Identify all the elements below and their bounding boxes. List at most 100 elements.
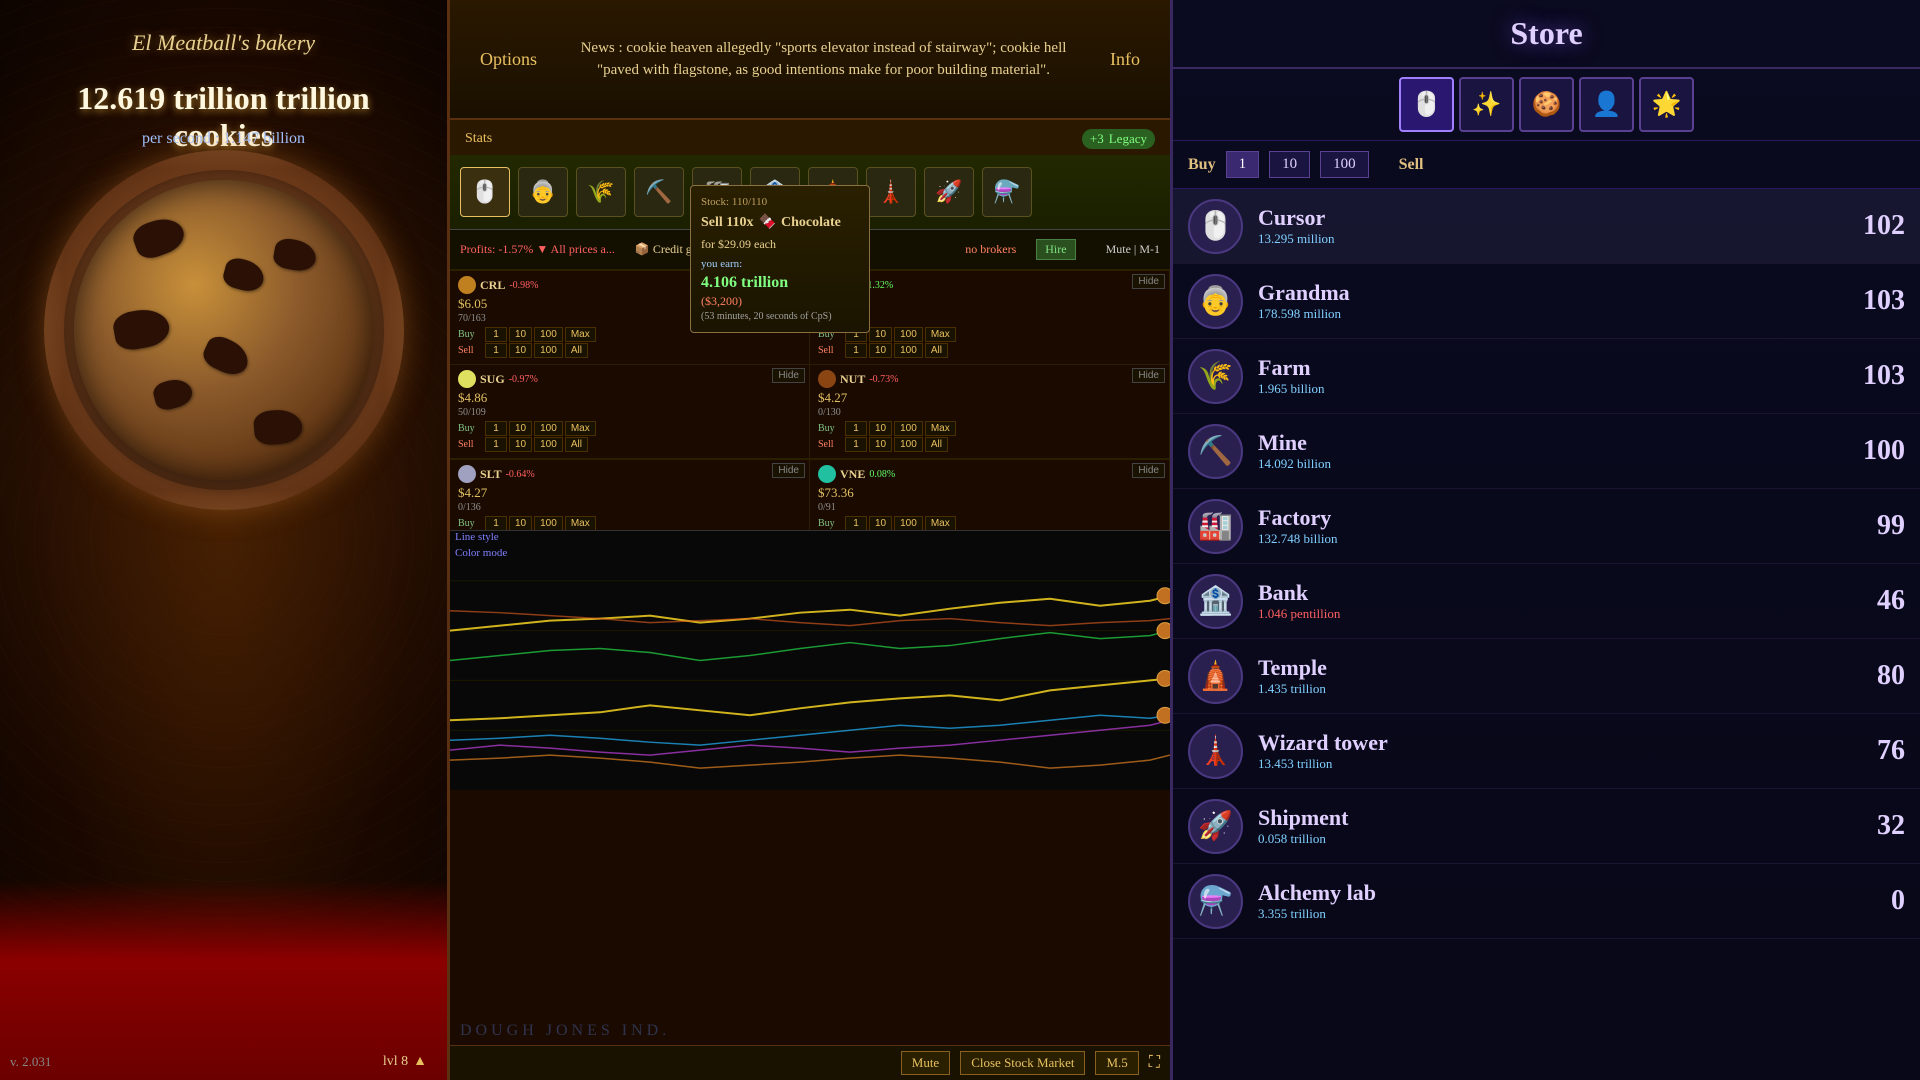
stats-button[interactable]: Stats <box>465 131 492 147</box>
sug-buy-10[interactable]: 10 <box>509 421 532 436</box>
legacy-label: Legacy <box>1109 131 1147 147</box>
store-item-temple[interactable]: 🛕 Temple 1.435 trillion 80 <box>1173 639 1920 714</box>
store-upgrade-icon[interactable]: ✨ <box>1459 77 1514 132</box>
alchemy-lab-item-count: 3.355 trillion <box>1258 906 1905 922</box>
nut-buy-1[interactable]: 1 <box>845 421 867 436</box>
str-buy-max[interactable]: Max <box>925 327 956 342</box>
store-item-mine[interactable]: ⛏️ Mine 14.092 billion 100 <box>1173 414 1920 489</box>
crl-sell-10[interactable]: 10 <box>509 343 532 358</box>
tooltip-time: (53 minutes, 20 seconds of CpS) <box>701 311 859 322</box>
str-buy-10[interactable]: 10 <box>869 327 892 342</box>
str-sell-1[interactable]: 1 <box>845 343 867 358</box>
nut-buy-max[interactable]: Max <box>925 421 956 436</box>
nut-sell-1[interactable]: 1 <box>845 437 867 452</box>
store-wand-icon[interactable]: 🌟 <box>1639 77 1694 132</box>
nut-sell-all[interactable]: All <box>925 437 948 452</box>
crl-sell-100[interactable]: 100 <box>534 343 563 358</box>
store-item-factory[interactable]: 🏭 Factory 132.748 billion 99 <box>1173 489 1920 564</box>
str-hide-btn[interactable]: Hide <box>1132 274 1165 289</box>
str-buy-100[interactable]: 100 <box>894 327 923 342</box>
slt-buy-10[interactable]: 10 <box>509 516 532 531</box>
temple-item-info: Temple 1.435 trillion <box>1258 655 1905 697</box>
mute-btn[interactable]: Mute <box>901 1051 950 1075</box>
legacy-badge[interactable]: +3 Legacy <box>1082 129 1155 149</box>
str-sell-10[interactable]: 10 <box>869 343 892 358</box>
bldg-icon-grandma[interactable]: 👵 <box>518 167 568 217</box>
chart-options: Line style Color mode <box>455 530 507 560</box>
store-item-alchemy-lab[interactable]: ⚗️ Alchemy lab 3.355 trillion 0 <box>1173 864 1920 939</box>
crl-buy-10[interactable]: 10 <box>509 327 532 342</box>
bldg-icon-mine[interactable]: ⛏️ <box>634 167 684 217</box>
vne-hide-btn[interactable]: Hide <box>1132 463 1165 478</box>
store-item-cursor[interactable]: 🖱️ Cursor 13.295 million 102 <box>1173 189 1920 264</box>
store-mode-bar: Buy 1 10 100 Sell <box>1173 141 1920 189</box>
vne-buy-max[interactable]: Max <box>925 516 956 531</box>
vne-buy-100[interactable]: 100 <box>894 516 923 531</box>
big-cookie[interactable] <box>44 150 404 510</box>
line-style-btn[interactable]: Line style <box>455 530 507 544</box>
nut-buy-10[interactable]: 10 <box>869 421 892 436</box>
nut-sell-10[interactable]: 10 <box>869 437 892 452</box>
crl-buy-100[interactable]: 100 <box>534 327 563 342</box>
temple-item-owned: 80 <box>1877 660 1905 692</box>
slt-buy-max[interactable]: Max <box>565 516 596 531</box>
sell-label: Sell <box>1399 156 1424 174</box>
sug-buy-1[interactable]: 1 <box>485 421 507 436</box>
slt-buy-100[interactable]: 100 <box>534 516 563 531</box>
m5-btn[interactable]: M.5 <box>1095 1051 1138 1075</box>
nut-pct: -0.73% <box>869 374 898 385</box>
store-special-icon[interactable]: 👤 <box>1579 77 1634 132</box>
store-item-farm[interactable]: 🌾 Farm 1.965 billion 103 <box>1173 339 1920 414</box>
wizard-tower-item-owned: 76 <box>1877 735 1905 767</box>
info-button[interactable]: Info <box>1100 44 1150 75</box>
close-stock-market-btn[interactable]: Close Stock Market <box>960 1051 1085 1075</box>
sug-sell-all[interactable]: All <box>565 437 588 452</box>
alchemy-lab-item-info: Alchemy lab 3.355 trillion <box>1258 880 1905 922</box>
bldg-icon-cursor[interactable]: 🖱️ <box>460 167 510 217</box>
store-cookie-icon[interactable]: 🍪 <box>1519 77 1574 132</box>
store-item-bank[interactable]: 🏦 Bank 1.046 pentillion 46 <box>1173 564 1920 639</box>
cookie-number: 12.619 trillion <box>77 80 267 116</box>
sug-buy-100[interactable]: 100 <box>534 421 563 436</box>
vne-buy-10[interactable]: 10 <box>869 516 892 531</box>
str-sell-all[interactable]: All <box>925 343 948 358</box>
sug-sell-100[interactable]: 100 <box>534 437 563 452</box>
options-button[interactable]: Options <box>470 44 547 75</box>
bldg-icon-ship[interactable]: 🚀 <box>924 167 974 217</box>
vne-buy-1[interactable]: 1 <box>845 516 867 531</box>
sug-sell-10[interactable]: 10 <box>509 437 532 452</box>
store-item-shipment[interactable]: 🚀 Shipment 0.058 trillion 32 <box>1173 789 1920 864</box>
sug-hide-btn[interactable]: Hide <box>772 368 805 383</box>
buy-10-btn[interactable]: 10 <box>1269 151 1310 178</box>
vne-name: VNE <box>840 467 865 482</box>
nut-hide-btn[interactable]: Hide <box>1132 368 1165 383</box>
left-bottom-decor <box>0 880 447 1080</box>
hire-button[interactable]: Hire <box>1036 239 1075 260</box>
crl-name: CRL <box>480 278 505 293</box>
str-sell-100[interactable]: 100 <box>894 343 923 358</box>
crl-buy-max[interactable]: Max <box>565 327 596 342</box>
store-cursor-icon[interactable]: 🖱️ <box>1399 77 1454 132</box>
store-item-grandma[interactable]: 👵 Grandma 178.598 million 103 <box>1173 264 1920 339</box>
sug-sell-1[interactable]: 1 <box>485 437 507 452</box>
buy-100-btn[interactable]: 100 <box>1320 151 1369 178</box>
nut-sell-100[interactable]: 100 <box>894 437 923 452</box>
slt-hide-btn[interactable]: Hide <box>772 463 805 478</box>
buy-1-btn[interactable]: 1 <box>1226 151 1260 178</box>
nut-buy-100[interactable]: 100 <box>894 421 923 436</box>
sug-buy-max[interactable]: Max <box>565 421 596 436</box>
color-mode-btn[interactable]: Color mode <box>455 546 507 560</box>
slt-buy-1[interactable]: 1 <box>485 516 507 531</box>
crl-sell-1[interactable]: 1 <box>485 343 507 358</box>
crl-buy-1[interactable]: 1 <box>485 327 507 342</box>
factory-item-info: Factory 132.748 billion <box>1258 505 1905 547</box>
tooltip-loss: ($3,200) <box>701 294 859 309</box>
vne-pct: 0.08% <box>869 469 895 480</box>
bldg-icon-farm[interactable]: 🌾 <box>576 167 626 217</box>
bldg-icon-wizard[interactable]: 🗼 <box>866 167 916 217</box>
store-item-wizard-tower[interactable]: 🗼 Wizard tower 13.453 trillion 76 <box>1173 714 1920 789</box>
mute-ctrl: Mute | M-1 <box>1106 242 1160 257</box>
bldg-icon-alchemy[interactable]: ⚗️ <box>982 167 1032 217</box>
mine-item-name: Mine <box>1258 430 1905 456</box>
crl-sell-all[interactable]: All <box>565 343 588 358</box>
